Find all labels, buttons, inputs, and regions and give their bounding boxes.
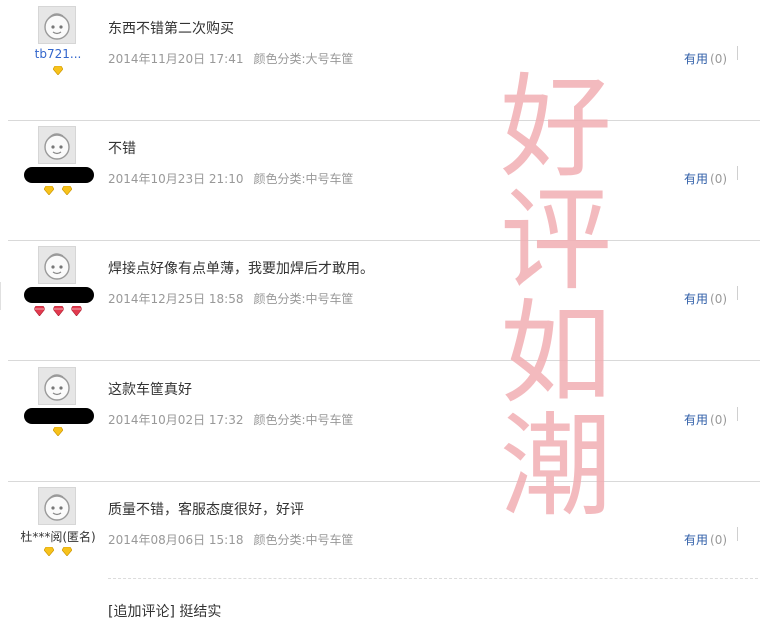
useful-button[interactable]: 有用 [684,413,708,427]
gold-diamond-icon [53,66,63,75]
red-diamond-icon [52,306,64,316]
gold-diamond-icon [61,186,72,195]
review-date: 2014年12月25日 18:58 [108,292,244,306]
redacted-username [24,287,94,303]
gold-diamond-icon [44,186,55,195]
default-avatar-icon [39,127,75,163]
divider [737,166,738,180]
avatar[interactable] [38,246,76,284]
default-avatar-icon [39,7,75,43]
watermark-char: 潮 [500,402,612,532]
divider [737,46,738,60]
watermark-text: 好 评 如 潮 [496,72,616,524]
review-date: 2014年10月23日 21:10 [108,172,244,186]
review-meta: 2014年12月25日 18:58 颜色分类:中号车筐 [108,290,354,307]
sku-info: 颜色分类:大号车筐 [253,52,354,66]
divider [737,286,738,300]
useful-vote: 有用 (0) [684,50,727,67]
useful-vote: 有用 (0) [684,290,727,307]
useful-button[interactable]: 有用 [684,533,708,547]
append-separator [108,578,758,579]
username-link[interactable]: tb721... [18,47,98,61]
review-date: 2014年11月20日 17:41 [108,52,244,66]
watermark-char: 评 [500,176,612,306]
divider [737,407,738,421]
default-avatar-icon [39,488,75,524]
default-avatar-icon [39,247,75,283]
useful-count: (0) [710,52,728,66]
review-text: 焊接点好像有点单薄，我要加焊后才敢用。 [108,261,374,277]
avatar[interactable] [38,367,76,405]
buyer-level-badge [8,306,108,318]
review-item-4: 这款车筐真好 2014年10月02日 17:32 颜色分类:中号车筐 有用 (0) [8,361,760,482]
review-date: 2014年08月06日 15:18 [108,533,244,547]
useful-count: (0) [710,292,728,306]
review-date: 2014年10月02日 17:32 [108,413,244,427]
watermark-char: 好 [500,63,612,193]
review-item-2: 不错 2014年10月23日 21:10 颜色分类:中号车筐 有用 (0) [8,120,760,241]
review-meta: 2014年08月06日 15:18 颜色分类:中号车筐 [108,531,354,548]
review-text: 不错 [108,141,136,157]
red-diamond-icon [70,306,82,316]
avatar[interactable] [38,6,76,44]
buyer-level-badge [8,66,108,78]
buyer-level-badge [8,427,108,439]
sku-info: 颜色分类:中号车筐 [253,292,354,306]
avatar[interactable] [38,487,76,525]
useful-button[interactable]: 有用 [684,52,708,66]
watermark-char: 如 [500,289,612,419]
useful-count: (0) [710,533,728,547]
useful-button[interactable]: 有用 [684,292,708,306]
useful-vote: 有用 (0) [684,170,727,187]
review-text: 东西不错第二次购买 [108,21,234,37]
review-text: 质量不错，客服态度很好，好评 [108,502,304,518]
review-item-1: tb721... 东西不错第二次购买 2014年11月20日 17:41 颜色分类… [8,0,760,121]
gold-diamond-icon [61,547,72,556]
useful-count: (0) [710,172,728,186]
redacted-username [24,408,94,424]
left-edge-line [0,282,1,310]
buyer-level-badge [8,547,108,559]
buyer-level-badge [8,186,108,198]
useful-button[interactable]: 有用 [684,172,708,186]
divider [737,527,738,541]
gold-diamond-icon [44,547,55,556]
useful-vote: 有用 (0) [684,411,727,428]
avatar[interactable] [38,126,76,164]
default-avatar-icon [39,368,75,404]
sku-info: 颜色分类:中号车筐 [253,533,354,547]
red-diamond-icon [34,306,46,316]
review-text: 这款车筐真好 [108,382,192,398]
useful-count: (0) [710,413,728,427]
appended-review-text: [追加评论] 挺结实 [108,604,222,620]
review-item-3: 焊接点好像有点单薄，我要加焊后才敢用。 2014年12月25日 18:58 颜色分… [8,240,760,361]
review-meta: 2014年11月20日 17:41 颜色分类:大号车筐 [108,50,354,67]
review-meta: 2014年10月23日 21:10 颜色分类:中号车筐 [108,170,354,187]
useful-vote: 有用 (0) [684,531,727,548]
sku-info: 颜色分类:中号车筐 [253,413,354,427]
gold-diamond-icon [53,427,63,436]
sku-info: 颜色分类:中号车筐 [253,172,354,186]
review-meta: 2014年10月02日 17:32 颜色分类:中号车筐 [108,411,354,428]
